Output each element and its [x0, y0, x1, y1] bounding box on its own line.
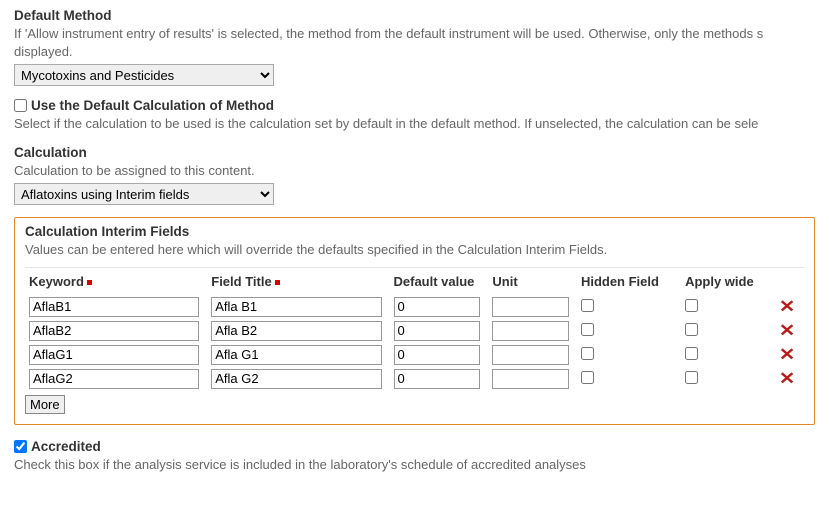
interim-header-keyword: Keyword — [25, 267, 207, 295]
keyword-input[interactable] — [29, 345, 199, 365]
interim-header-row: Keyword Field Title Default value Unit H… — [25, 267, 804, 295]
field-title-input[interactable] — [211, 297, 381, 317]
default-value-input[interactable] — [394, 369, 481, 389]
keyword-input[interactable] — [29, 321, 199, 341]
keyword-input[interactable] — [29, 369, 199, 389]
apply-wide-checkbox[interactable] — [685, 347, 698, 360]
interim-header-field-title: Field Title — [207, 267, 389, 295]
interim-fields-panel: Calculation Interim Fields Values can be… — [14, 217, 815, 425]
unit-input[interactable] — [492, 369, 569, 389]
unit-input[interactable] — [492, 321, 569, 341]
unit-input[interactable] — [492, 297, 569, 317]
required-icon — [275, 280, 280, 285]
required-icon — [87, 280, 92, 285]
default-value-input[interactable] — [394, 321, 481, 341]
hidden-field-checkbox[interactable] — [581, 299, 594, 312]
calculation-select[interactable]: Aflatoxins using Interim fields — [14, 183, 274, 205]
delete-row-icon[interactable]: ✕ — [779, 370, 795, 387]
calculation-title: Calculation — [14, 145, 815, 160]
default-method-title: Default Method — [14, 8, 815, 23]
accredited-help: Check this box if the analysis service i… — [14, 456, 815, 474]
hidden-field-checkbox[interactable] — [581, 323, 594, 336]
table-row: ✕ — [25, 367, 804, 391]
interim-header-default: Default value — [390, 267, 489, 295]
accredited-label: Accredited — [31, 439, 101, 454]
table-row: ✕ — [25, 295, 804, 319]
interim-fields-table: Keyword Field Title Default value Unit H… — [25, 267, 804, 391]
table-row: ✕ — [25, 319, 804, 343]
accredited-checkbox[interactable] — [14, 440, 27, 453]
more-button[interactable]: More — [25, 395, 65, 414]
delete-row-icon[interactable]: ✕ — [779, 298, 795, 315]
apply-wide-checkbox[interactable] — [685, 323, 698, 336]
field-title-input[interactable] — [211, 345, 381, 365]
use-default-calc-help: Select if the calculation to be used is … — [14, 115, 815, 133]
delete-row-icon[interactable]: ✕ — [779, 322, 795, 339]
default-value-input[interactable] — [394, 345, 481, 365]
default-method-help: If 'Allow instrument entry of results' i… — [14, 25, 815, 60]
use-default-calc-checkbox[interactable] — [14, 99, 27, 112]
calculation-help: Calculation to be assigned to this conte… — [14, 162, 815, 180]
default-method-section: Default Method If 'Allow instrument entr… — [14, 8, 815, 86]
delete-row-icon[interactable]: ✕ — [779, 346, 795, 363]
field-title-input[interactable] — [211, 369, 381, 389]
interim-fields-help: Values can be entered here which will ov… — [25, 241, 804, 259]
default-value-input[interactable] — [394, 297, 481, 317]
keyword-input[interactable] — [29, 297, 199, 317]
table-row: ✕ — [25, 343, 804, 367]
accredited-section: Accredited Check this box if the analysi… — [14, 439, 815, 474]
use-default-calc-label: Use the Default Calculation of Method — [31, 98, 274, 113]
unit-input[interactable] — [492, 345, 569, 365]
interim-header-hidden: Hidden Field — [577, 267, 681, 295]
apply-wide-checkbox[interactable] — [685, 299, 698, 312]
field-title-input[interactable] — [211, 321, 381, 341]
hidden-field-checkbox[interactable] — [581, 347, 594, 360]
interim-header-apply-wide: Apply wide — [681, 267, 775, 295]
default-method-select[interactable]: Mycotoxins and Pesticides — [14, 64, 274, 86]
use-default-calc-section: Use the Default Calculation of Method Se… — [14, 98, 815, 133]
hidden-field-checkbox[interactable] — [581, 371, 594, 384]
interim-header-unit: Unit — [488, 267, 577, 295]
calculation-section: Calculation Calculation to be assigned t… — [14, 145, 815, 206]
interim-fields-title: Calculation Interim Fields — [25, 224, 804, 239]
apply-wide-checkbox[interactable] — [685, 371, 698, 384]
